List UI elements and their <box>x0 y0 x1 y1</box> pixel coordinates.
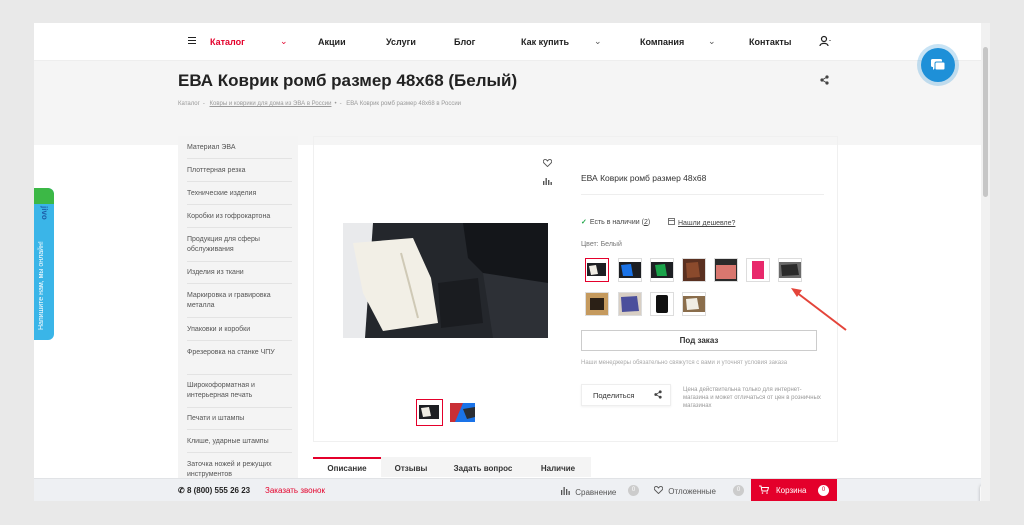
sidebar-item[interactable]: Материал ЭВА <box>187 143 287 153</box>
breadcrumb-current: ЕВА Коврик ромб размер 48х68 в России <box>346 101 462 107</box>
color-label: Цвет: Белый <box>581 241 622 248</box>
tab-ask-question[interactable]: Задать вопрос <box>441 457 525 477</box>
compare-link[interactable]: Сравнение <box>561 486 616 497</box>
nav-item-promo[interactable]: Акции <box>318 37 346 47</box>
breadcrumb-item[interactable]: Ковры и коврики для дома из ЭВА в России <box>209 101 331 107</box>
chat-icon <box>931 59 946 71</box>
jivo-chat-tab[interactable]: jivo Напишите нам, мы онлайн! <box>34 188 54 340</box>
chevron-down-icon[interactable]: ⌄ <box>280 36 288 47</box>
sidebar-item[interactable]: Продукция для сферы обслуживания <box>187 235 287 255</box>
color-swatch-dark[interactable] <box>650 292 674 316</box>
color-swatch-white[interactable] <box>585 258 609 282</box>
tab-availability[interactable]: Наличие <box>525 457 591 477</box>
top-navigation: Каталог ⌄ Акции Услуги Блог Как купить ⌄… <box>34 23 981 61</box>
thumbnail[interactable] <box>449 399 476 426</box>
jivo-logo: jivo <box>40 206 49 220</box>
compare-count: 0 <box>628 485 639 496</box>
nav-item-services[interactable]: Услуги <box>386 37 416 47</box>
breadcrumb: Каталог - Ковры и коврики для дома из ЭВА… <box>178 101 462 107</box>
thumbnail-selected[interactable] <box>416 399 443 426</box>
sidebar-item[interactable]: Плоттерная резка <box>187 166 287 176</box>
catalog-sidebar: Материал ЭВА Плоттерная резка Технически… <box>178 136 298 481</box>
stock-count[interactable]: 2 <box>644 219 648 226</box>
sidebar-item[interactable]: Клише, ударные штампы <box>187 437 287 447</box>
cart-count: 0 <box>818 485 829 496</box>
compare-chart-icon[interactable] <box>543 177 552 187</box>
jivo-chat-label: Напишите нам, мы онлайн! <box>38 241 45 330</box>
annotation-arrow-icon <box>791 288 847 331</box>
callback-link[interactable]: Заказать звонок <box>265 486 325 495</box>
share-button[interactable]: Поделиться <box>581 384 671 406</box>
color-swatch-mixed[interactable] <box>682 292 706 316</box>
cart-button[interactable]: Корзина 0 <box>751 479 837 501</box>
heart-icon <box>653 485 665 496</box>
scrollbar[interactable] <box>981 23 990 501</box>
nav-item-contacts[interactable]: Контакты <box>749 37 791 47</box>
sidebar-item[interactable]: Технические изделия <box>187 189 287 199</box>
tag-icon <box>668 218 675 227</box>
nav-catalog[interactable]: Каталог <box>210 37 245 47</box>
nav-item-company[interactable]: Компания <box>640 37 684 47</box>
sidebar-item[interactable]: Фрезеровка на станке ЧПУ <box>187 348 287 358</box>
breadcrumb-item[interactable]: Каталог <box>178 101 200 107</box>
chat-bubble-button[interactable] <box>921 48 955 82</box>
sidebar-item[interactable]: Широкоформатная и интерьерная печать <box>187 381 287 401</box>
sidebar-item[interactable]: Изделия из ткани <box>187 268 287 278</box>
deferred-link[interactable]: Отложенные <box>653 485 716 496</box>
share-icon <box>654 390 662 401</box>
color-swatch-brown[interactable] <box>682 258 706 282</box>
menu-icon[interactable] <box>188 37 196 44</box>
tab-description[interactable]: Описание <box>313 457 381 477</box>
nav-item-how-to-buy[interactable]: Как купить <box>521 37 569 47</box>
price-note: Цена действительна только для интернет-м… <box>683 387 821 409</box>
color-swatch-purple[interactable] <box>618 292 642 316</box>
share-icon[interactable] <box>820 75 829 88</box>
found-cheaper-link[interactable]: Нашли дешевле? <box>668 218 735 227</box>
sidebar-item[interactable]: Коробки из гофрокартона <box>187 212 287 222</box>
color-swatch-black[interactable] <box>778 258 802 282</box>
sidebar-item[interactable]: Заточка ножей и режущих инструментов <box>187 460 287 480</box>
cart-icon <box>759 485 770 496</box>
chevron-down-icon[interactable]: ⌄ <box>708 36 716 47</box>
product-main-image[interactable] <box>343 223 548 338</box>
check-icon: ✓ <box>581 219 587 226</box>
phone-icon: ✆ <box>178 486 187 495</box>
color-swatch-pink[interactable] <box>714 258 738 282</box>
page-header: ЕВА Коврик ромб размер 48х68 (Белый) Кат… <box>34 61 981 145</box>
user-icon[interactable] <box>819 35 831 47</box>
sidebar-item[interactable]: Печати и штампы <box>187 414 287 424</box>
order-button[interactable]: Под заказ <box>581 330 817 351</box>
sidebar-item[interactable]: Маркировка и гравировка металла <box>187 291 287 311</box>
sidebar-item[interactable]: Упаковки и коробки <box>187 325 287 335</box>
stock-status: ✓ Есть в наличии (2) <box>581 219 651 226</box>
heart-icon[interactable] <box>542 158 553 169</box>
page-title: ЕВА Коврик ромб размер 48х68 (Белый) <box>178 71 518 90</box>
manager-note: Наши менеджеры обязательно свяжутся с ва… <box>581 360 788 366</box>
deferred-count: 0 <box>733 485 744 496</box>
chevron-down-icon[interactable]: ⌄ <box>594 36 602 47</box>
tab-reviews[interactable]: Отзывы <box>381 457 441 477</box>
browser-viewport: Каталог ⌄ Акции Услуги Блог Как купить ⌄… <box>34 23 990 501</box>
nav-item-blog[interactable]: Блог <box>454 37 475 47</box>
bar-chart-icon <box>561 487 572 497</box>
product-name: ЕВА Коврик ромб размер 48х68 <box>581 173 707 183</box>
phone-number[interactable]: ✆ 8 (800) 555 26 23 <box>178 486 250 495</box>
color-swatch-blue[interactable] <box>618 258 642 282</box>
color-swatch-magenta[interactable] <box>746 258 770 282</box>
product-tabs: Описание Отзывы Задать вопрос Наличие <box>313 457 591 477</box>
product-card: ЕВА Коврик ромб размер 48х68 ✓ Есть в нал… <box>313 136 838 442</box>
color-swatch-green[interactable] <box>650 258 674 282</box>
bottom-bar: ✆ 8 (800) 555 26 23 Заказать звонок Срав… <box>34 478 981 501</box>
color-swatch-beige[interactable] <box>585 292 609 316</box>
